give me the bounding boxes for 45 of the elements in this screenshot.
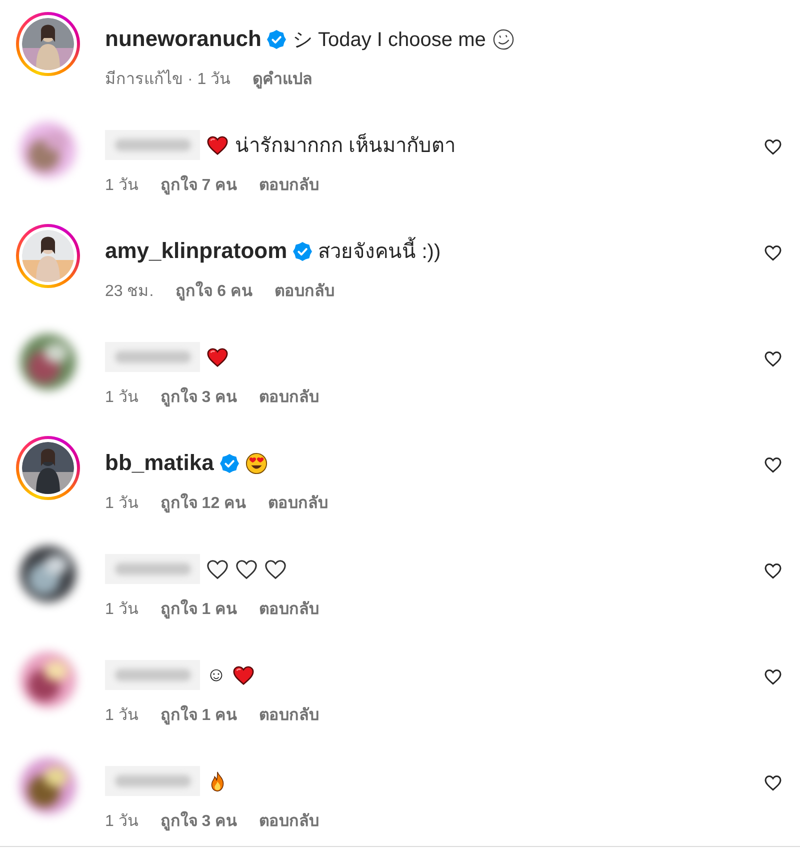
like-button[interactable]: [764, 562, 782, 580]
comment-text: น่ารักมากกก เห็นมากับตา: [235, 132, 456, 159]
heart-icon: [235, 558, 258, 580]
reply-button[interactable]: ตอบกลับ: [259, 808, 320, 832]
comment-text: สวยจังคนนี้ :)): [318, 235, 441, 267]
like-button[interactable]: [764, 350, 782, 368]
reply-button[interactable]: ตอบกลับ: [259, 702, 320, 726]
heart-icon: [232, 664, 256, 686]
comment-text: シ Today I choose me: [292, 28, 486, 52]
like-count[interactable]: ถูกใจ 1 คน: [160, 702, 238, 726]
reply-button[interactable]: ตอบกลับ: [268, 490, 328, 514]
like-button[interactable]: [764, 456, 782, 474]
username[interactable]: amy_klinpratoom: [105, 238, 288, 264]
timestamp: 1 วัน: [105, 388, 138, 408]
timestamp: 1 วัน: [105, 812, 138, 832]
like-count[interactable]: ถูกใจ 3 คน: [160, 808, 238, 832]
timestamp: 1 วัน: [105, 706, 138, 726]
reply-button[interactable]: ตอบกลับ: [259, 384, 320, 408]
username[interactable]: nuneworanuch: [105, 26, 262, 52]
reply-button[interactable]: ตอบกลับ: [259, 596, 320, 620]
like-button[interactable]: [764, 774, 782, 792]
heart-icon: [206, 558, 229, 580]
heart-icon: [264, 558, 287, 580]
heart-icon: [206, 346, 229, 368]
smiley-icon: [492, 28, 515, 50]
comment-text: ☺: [206, 664, 226, 686]
like-button[interactable]: [764, 668, 782, 686]
timestamp: 1 วัน: [105, 494, 138, 514]
like-button[interactable]: [764, 244, 782, 262]
heart-eyes-icon: [244, 452, 268, 474]
reply-button[interactable]: ตอบกลับ: [259, 172, 320, 196]
timestamp: 1 วัน: [105, 600, 138, 620]
like-button[interactable]: [764, 138, 782, 156]
like-count[interactable]: ถูกใจ 6 คน: [176, 278, 252, 302]
edited-timestamp: มีการแก้ไข · 1 วัน: [105, 68, 231, 90]
translate-link[interactable]: ดูคำแปล: [252, 66, 313, 90]
timestamp: 23 ชม.: [105, 282, 154, 302]
username[interactable]: bb_matika: [105, 450, 214, 476]
reply-button[interactable]: ตอบกลับ: [274, 278, 334, 302]
heart-icon: [206, 134, 229, 156]
like-count[interactable]: ถูกใจ 3 คน: [160, 384, 238, 408]
like-count[interactable]: ถูกใจ 12 คน: [160, 490, 246, 514]
like-count[interactable]: ถูกใจ 7 คน: [160, 172, 238, 196]
timestamp: 1 วัน: [105, 176, 138, 196]
like-count[interactable]: ถูกใจ 1 คน: [160, 596, 238, 620]
